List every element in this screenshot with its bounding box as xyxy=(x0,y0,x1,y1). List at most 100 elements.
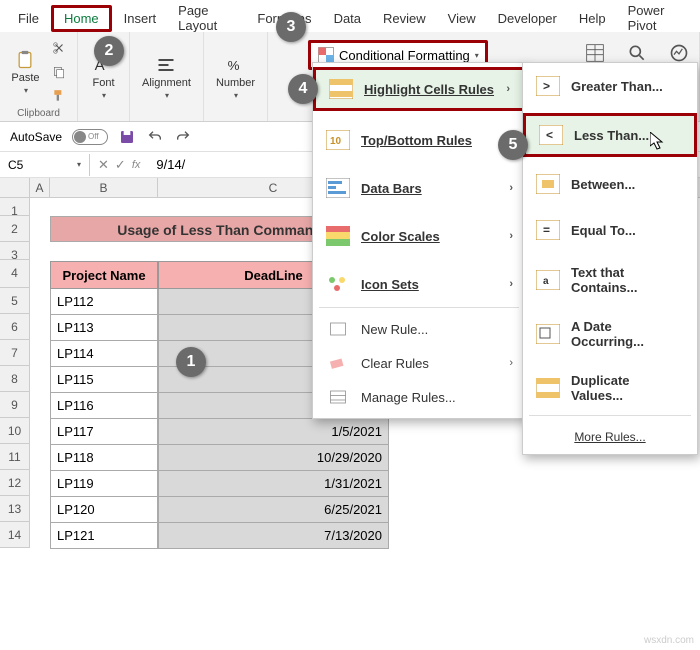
tab-view[interactable]: View xyxy=(438,5,486,32)
cell-project[interactable]: LP117 xyxy=(50,419,158,445)
row-header[interactable]: 4 xyxy=(0,260,30,288)
manage-rules-icon xyxy=(325,386,351,408)
fx-button[interactable]: fx xyxy=(132,159,141,171)
tab-developer[interactable]: Developer xyxy=(488,5,567,32)
menu-between[interactable]: Between... xyxy=(523,165,697,203)
cell-project[interactable]: LP120 xyxy=(50,497,158,523)
formula-input[interactable]: 9/14/ xyxy=(156,157,185,172)
find-button[interactable] xyxy=(626,42,648,64)
row-header[interactable]: 11 xyxy=(0,444,30,470)
menu-clear-rules[interactable]: Clear Rules › xyxy=(313,346,525,380)
databars-icon xyxy=(325,177,351,199)
menu-color-scales[interactable]: Color Scales › xyxy=(313,217,525,255)
menu-duplicate-values[interactable]: Duplicate Values... xyxy=(523,365,697,411)
cut-button[interactable] xyxy=(48,37,70,59)
tab-insert[interactable]: Insert xyxy=(114,5,167,32)
greater-icon: > xyxy=(535,75,561,97)
cell-deadline[interactable]: 10/29/2020 xyxy=(158,445,389,471)
menu-data-bars[interactable]: Data Bars › xyxy=(313,169,525,207)
cell-project[interactable]: LP115 xyxy=(50,367,158,393)
chevron-down-icon: ▾ xyxy=(475,51,479,60)
table-header-project[interactable]: Project Name xyxy=(50,261,158,289)
row-header[interactable]: 2 xyxy=(0,216,30,242)
format-table-button[interactable] xyxy=(584,42,606,64)
cell-project[interactable]: LP119 xyxy=(50,471,158,497)
svg-text:=: = xyxy=(543,223,550,237)
col-header[interactable]: B xyxy=(50,178,158,197)
enter-icon[interactable]: ✓ xyxy=(115,157,126,173)
align-icon xyxy=(156,55,176,75)
table-row[interactable]: LP11810/29/2020 xyxy=(50,445,389,471)
cell-project[interactable]: LP121 xyxy=(50,523,158,549)
chevron-right-icon: › xyxy=(509,182,513,194)
cell-project[interactable]: LP114 xyxy=(50,341,158,367)
col-header[interactable]: A xyxy=(30,178,50,197)
copy-button[interactable] xyxy=(48,61,70,83)
row-header[interactable]: 6 xyxy=(0,314,30,340)
analyze-button[interactable] xyxy=(668,42,690,64)
tab-help[interactable]: Help xyxy=(569,5,616,32)
table-row[interactable]: LP1206/25/2021 xyxy=(50,497,389,523)
chevron-right-icon: › xyxy=(509,230,513,242)
menu-new-rule[interactable]: New Rule... xyxy=(313,312,525,346)
cursor-icon xyxy=(650,132,666,152)
new-rule-icon xyxy=(325,318,351,340)
cell-project[interactable]: LP116 xyxy=(50,393,158,419)
menu-date-occurring[interactable]: A Date Occurring... xyxy=(523,311,697,357)
table-row[interactable]: LP1171/5/2021 xyxy=(50,419,389,445)
menu-top-bottom-rules[interactable]: 10 Top/Bottom Rules › xyxy=(313,121,525,159)
row-header[interactable]: 14 xyxy=(0,522,30,548)
menu-less-than[interactable]: < Less Than... xyxy=(523,113,697,157)
row-header[interactable]: 10 xyxy=(0,418,30,444)
row-header[interactable]: 13 xyxy=(0,496,30,522)
tab-home[interactable]: Home xyxy=(51,5,112,32)
callout-badge-2: 2 xyxy=(94,36,124,66)
iconsets-icon xyxy=(325,273,351,295)
menu-equal-to[interactable]: = Equal To... xyxy=(523,211,697,249)
table-row[interactable]: LP1191/31/2021 xyxy=(50,471,389,497)
row-header[interactable]: 8 xyxy=(0,366,30,392)
row-header[interactable]: 1 xyxy=(0,198,30,216)
clipboard-icon xyxy=(15,50,35,70)
row-header[interactable]: 7 xyxy=(0,340,30,366)
text-icon: a xyxy=(535,269,561,291)
select-all-corner[interactable] xyxy=(0,178,30,197)
row-header[interactable]: 5 xyxy=(0,288,30,314)
row-header[interactable]: 12 xyxy=(0,470,30,496)
cell-project[interactable]: LP118 xyxy=(50,445,158,471)
topbottom-icon: 10 xyxy=(325,129,351,151)
menu-more-rules[interactable]: More Rules... xyxy=(523,420,697,450)
cell-project[interactable]: LP112 xyxy=(50,289,158,315)
menu-text-contains[interactable]: a Text that Contains... xyxy=(523,257,697,303)
callout-badge-3: 3 xyxy=(276,12,306,42)
row-header[interactable]: 3 xyxy=(0,242,30,260)
tab-review[interactable]: Review xyxy=(373,5,436,32)
menu-highlight-cells-rules[interactable]: Highlight Cells Rules › xyxy=(313,67,525,111)
tab-data[interactable]: Data xyxy=(324,5,371,32)
alignment-group[interactable]: Alignment▾ xyxy=(138,53,195,102)
name-box[interactable]: C5▾ xyxy=(0,154,90,176)
menu-greater-than[interactable]: > Greater Than... xyxy=(523,67,697,105)
redo-button[interactable] xyxy=(174,128,192,146)
menu-manage-rules[interactable]: Manage Rules... xyxy=(313,380,525,414)
equal-icon: = xyxy=(535,219,561,241)
cell-deadline[interactable]: 1/5/2021 xyxy=(158,419,389,445)
save-button[interactable] xyxy=(118,128,136,146)
tab-file[interactable]: File xyxy=(8,5,49,32)
cell-project[interactable]: LP113 xyxy=(50,315,158,341)
paste-button[interactable]: Paste▾ xyxy=(7,48,43,97)
number-group[interactable]: % Number▾ xyxy=(212,53,259,102)
highlight-cells-submenu: > Greater Than... < Less Than... Between… xyxy=(522,62,698,455)
svg-text:10: 10 xyxy=(330,136,342,147)
table-row[interactable]: LP1217/13/2020 xyxy=(50,523,389,549)
autosave-toggle[interactable]: Off xyxy=(72,129,108,145)
row-header[interactable]: 9 xyxy=(0,392,30,418)
format-painter-button[interactable] xyxy=(48,85,70,107)
between-icon xyxy=(535,173,561,195)
cell-deadline[interactable]: 1/31/2021 xyxy=(158,471,389,497)
undo-button[interactable] xyxy=(146,128,164,146)
menu-icon-sets[interactable]: Icon Sets › xyxy=(313,265,525,303)
cancel-icon[interactable]: ✕ xyxy=(98,157,109,173)
cell-deadline[interactable]: 6/25/2021 xyxy=(158,497,389,523)
cell-deadline[interactable]: 7/13/2020 xyxy=(158,523,389,549)
